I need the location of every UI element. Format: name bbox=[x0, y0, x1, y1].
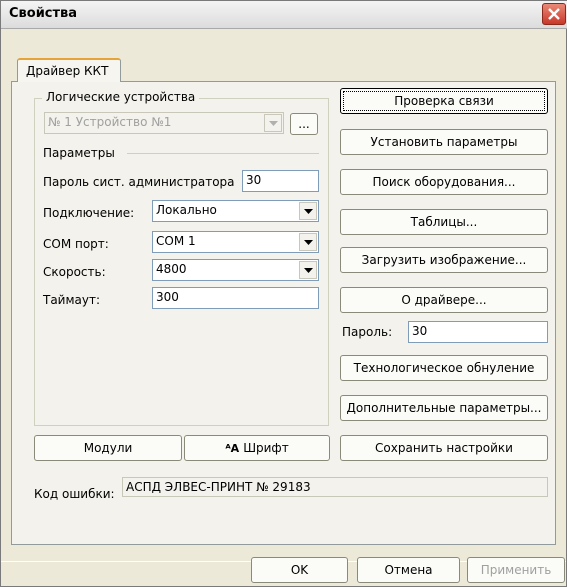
load-image-button[interactable]: Загрузить изображение... bbox=[340, 247, 548, 273]
speed-select-value: 4800 bbox=[156, 262, 187, 276]
admin-password-label: Пароль сист. администратора bbox=[43, 175, 235, 189]
modules-button[interactable]: Модули bbox=[34, 435, 182, 461]
tab-kkt-driver[interactable]: Драйвер ККТ bbox=[17, 58, 121, 82]
password-label: Пароль: bbox=[342, 325, 393, 339]
device-select: № 1 Устройство №1 bbox=[44, 112, 284, 134]
timeout-field[interactable]: 300 bbox=[152, 287, 319, 309]
apply-button: Применить bbox=[467, 557, 565, 583]
logical-devices-label: Логические устройства bbox=[42, 90, 200, 104]
dropdown-arrow-icon bbox=[264, 114, 282, 132]
speed-select[interactable]: 4800 bbox=[152, 259, 319, 281]
timeout-label: Таймаут: bbox=[43, 293, 101, 307]
error-code-field: АСПД ЭЛВЕС-ПРИНТ № 29183 bbox=[122, 477, 548, 497]
com-port-label: COM порт: bbox=[43, 237, 109, 251]
properties-dialog: Свойства Драйвер ККТ Логические устройст… bbox=[0, 0, 567, 587]
parameters-section-label: Параметры bbox=[43, 146, 115, 160]
device-select-value: № 1 Устройство №1 bbox=[48, 115, 172, 129]
save-settings-button[interactable]: Сохранить настройки bbox=[340, 435, 548, 461]
check-connection-button[interactable]: Проверка связи bbox=[340, 88, 548, 114]
tech-reset-button[interactable]: Технологическое обнуление bbox=[340, 355, 548, 381]
tables-button[interactable]: Таблицы... bbox=[340, 209, 548, 235]
dropdown-arrow-icon[interactable] bbox=[299, 261, 317, 279]
font-button-label: Шрифт bbox=[243, 441, 289, 455]
connection-label: Подключение: bbox=[43, 206, 135, 220]
speed-label: Скорость: bbox=[43, 265, 106, 279]
admin-password-field[interactable]: 30 bbox=[242, 170, 319, 192]
parameters-divider bbox=[127, 153, 319, 154]
close-button[interactable] bbox=[542, 3, 566, 25]
search-equipment-button[interactable]: Поиск оборудования... bbox=[340, 169, 548, 195]
title-bar: Свойства bbox=[1, 1, 567, 29]
error-code-label: Код ошибки: bbox=[34, 487, 115, 501]
connection-select[interactable]: Локально bbox=[152, 200, 319, 222]
connection-select-value: Локально bbox=[156, 203, 217, 217]
close-icon bbox=[548, 8, 560, 20]
extra-parameters-button[interactable]: Дополнительные параметры... bbox=[340, 395, 548, 421]
cancel-button[interactable]: Отмена bbox=[357, 557, 460, 583]
dropdown-arrow-icon[interactable] bbox=[299, 233, 317, 251]
browse-devices-button[interactable]: ... bbox=[290, 113, 318, 135]
about-driver-button[interactable]: О драйвере... bbox=[340, 287, 548, 313]
font-icon: ᴬA bbox=[225, 441, 240, 455]
ok-button[interactable]: OK bbox=[251, 557, 348, 583]
password-field[interactable]: 30 bbox=[408, 321, 548, 343]
dropdown-arrow-icon[interactable] bbox=[299, 202, 317, 220]
set-parameters-button[interactable]: Установить параметры bbox=[340, 129, 548, 155]
com-port-select-value: COM 1 bbox=[156, 234, 196, 248]
com-port-select[interactable]: COM 1 bbox=[152, 231, 319, 253]
window-title: Свойства bbox=[9, 6, 78, 21]
font-button[interactable]: ᴬA Шрифт bbox=[184, 435, 330, 461]
